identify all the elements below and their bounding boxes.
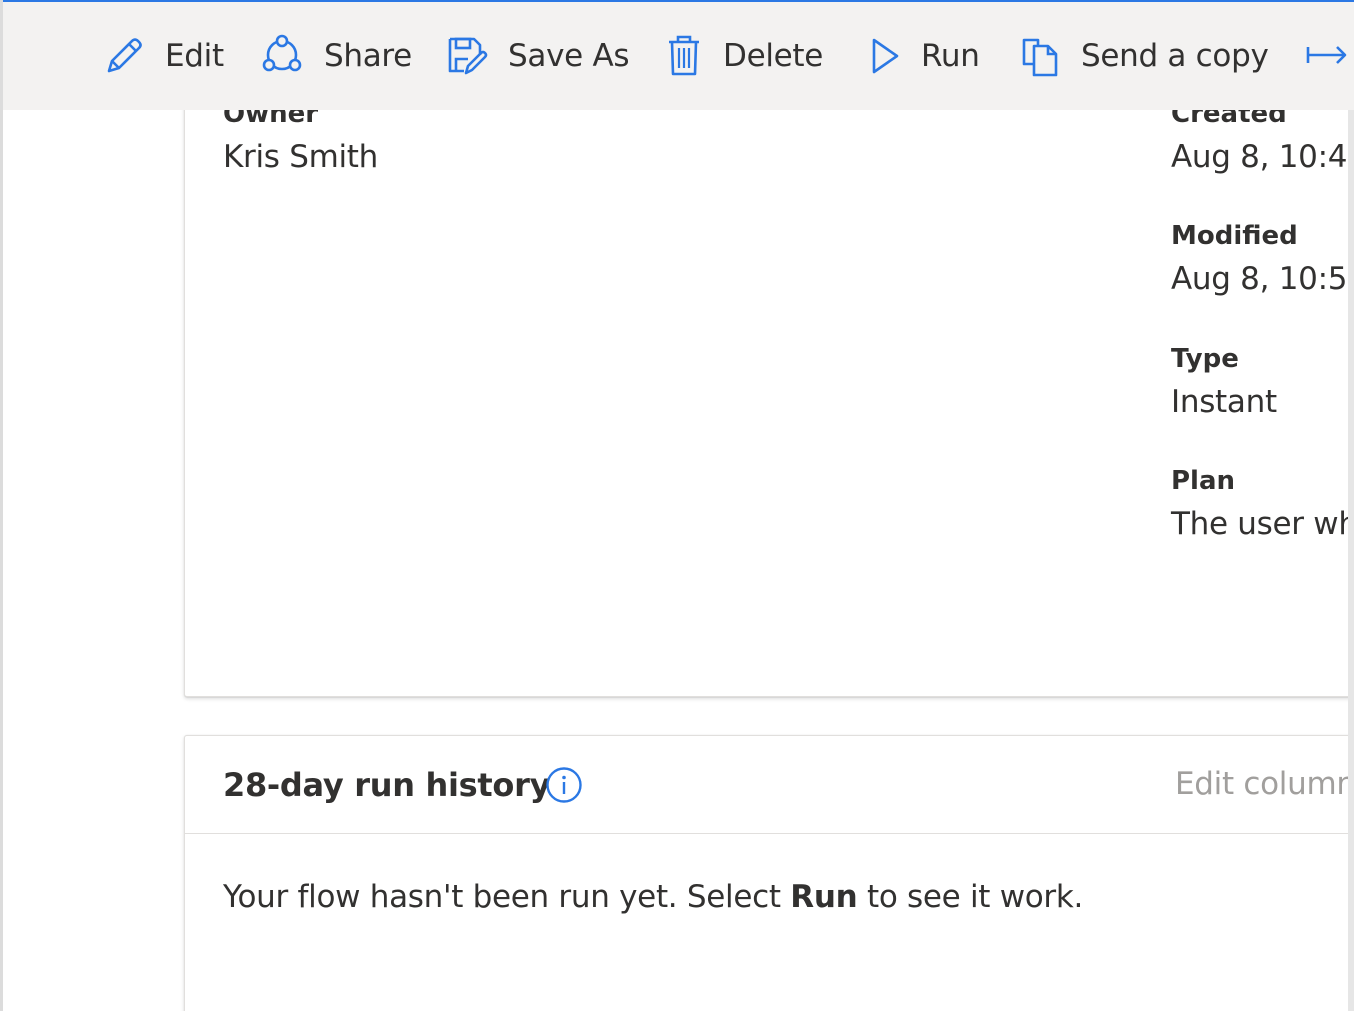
copy-icon (1021, 34, 1061, 78)
delete-button[interactable]: Delete (665, 2, 823, 110)
send-a-copy-label: Send a copy (1081, 38, 1269, 74)
share-label: Share (324, 38, 412, 74)
delete-label: Delete (723, 38, 824, 74)
flow-details-page: Edit Share Save As Delete Run Send a cop… (0, 0, 1354, 1011)
scrollbar[interactable] (1348, 110, 1354, 1011)
plan-value: The user which (1171, 506, 1354, 542)
save-as-button[interactable]: Save As (446, 2, 630, 110)
type-value: Instant (1171, 384, 1277, 420)
details-card: Owner Kris Smith Created Aug 8, 10:45 Mo… (184, 40, 1354, 697)
empty-message-suffix: to see it work. (857, 879, 1084, 915)
trash-icon (665, 34, 703, 78)
modified-value: Aug 8, 10:51 (1171, 261, 1354, 297)
run-history-title: 28-day run history (223, 766, 551, 804)
share-icon (260, 34, 304, 78)
owner-value: Kris Smith (223, 139, 378, 175)
plan-label: Plan (1171, 466, 1236, 496)
run-label: Run (921, 38, 980, 74)
empty-message-prefix: Your flow hasn't been run yet. Select (223, 879, 791, 915)
command-bar: Edit Share Save As Delete Run Send a cop… (3, 2, 1354, 110)
share-button[interactable]: Share (260, 2, 412, 110)
empty-message-run: Run (790, 879, 858, 915)
edit-label: Edit (165, 38, 224, 74)
modified-label: Modified (1171, 221, 1298, 251)
pencil-icon (103, 35, 145, 77)
type-label: Type (1171, 344, 1239, 374)
edit-button[interactable]: Edit (103, 2, 224, 110)
save-as-icon (446, 35, 488, 77)
run-history-header: 28-day run history Edit columns (185, 736, 1354, 834)
send-a-copy-button[interactable]: Send a copy (1021, 2, 1269, 110)
more-commands-button[interactable] (1305, 2, 1349, 110)
edit-columns-link[interactable]: Edit columns (1175, 766, 1354, 802)
run-button[interactable]: Run (869, 2, 980, 110)
created-value: Aug 8, 10:45 (1171, 139, 1354, 175)
save-as-label: Save As (508, 38, 630, 74)
run-history-empty-message: Your flow hasn't been run yet. Select Ru… (223, 879, 1083, 915)
run-history-card: 28-day run history Edit columns Your flo… (184, 735, 1354, 1011)
left-rail (0, 0, 3, 1011)
play-icon (869, 36, 901, 76)
arrow-right-icon (1305, 41, 1349, 71)
info-icon[interactable] (545, 766, 583, 804)
